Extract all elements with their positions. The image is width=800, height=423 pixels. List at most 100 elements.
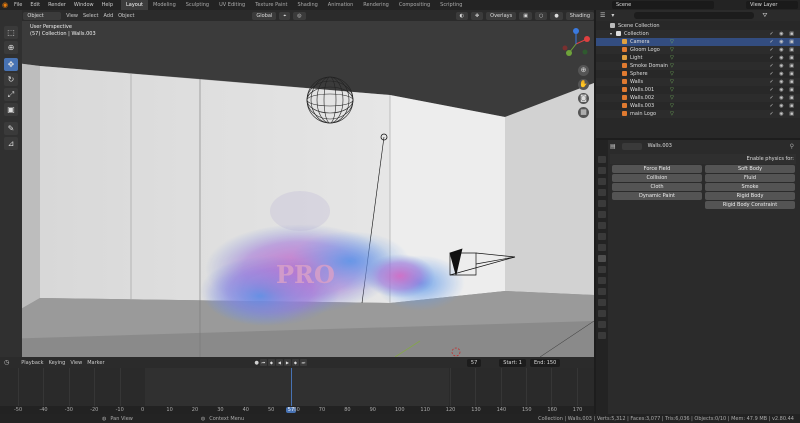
scene-selector[interactable]: Scene [612,1,714,9]
physics-tab-icon[interactable] [598,255,606,262]
tab-compositing[interactable]: Compositing [394,0,435,10]
modifier-icon[interactable]: ▽ [670,78,674,86]
select-tool-icon[interactable]: ⬚ [4,26,18,39]
snap-icon[interactable]: ⌖ [279,11,291,20]
view-layer-tab-icon[interactable] [598,189,606,196]
modifier-icon[interactable]: ▽ [670,102,674,110]
blender-logo-icon[interactable]: ◉ [0,0,10,10]
modifier-icon[interactable]: ▽ [670,94,674,102]
visibility-icon[interactable]: ◐ [455,11,468,20]
outliner-item[interactable]: Camera ▽ ✓ ◉ ▣ [596,38,800,46]
physics-button[interactable]: Cloth [612,183,702,191]
grid-icon[interactable]: ▦ [578,107,589,118]
visibility-toggles[interactable]: ✓ ◉ ▣ [770,30,796,38]
physics-button[interactable]: Force Field [612,165,702,173]
outliner-item[interactable]: Smoke Domain ▽ ✓ ◉ ▣ [596,62,800,70]
gizmo-icon[interactable]: ✥ [470,11,484,20]
modifier-icon[interactable]: ▽ [670,70,674,78]
outliner-item[interactable]: Walls ▽ ✓ ◉ ▣ [596,78,800,86]
camera-view-icon[interactable]: ◙ [578,93,589,104]
visibility-toggles[interactable]: ✓ ◉ ▣ [770,94,796,102]
mode-selector[interactable]: Object Mode [23,11,62,27]
world-tab-icon[interactable] [598,211,606,218]
menu-add[interactable]: Add [103,13,113,19]
visibility-toggles[interactable]: ✓ ◉ ▣ [770,86,796,94]
pin-icon[interactable]: ⚲ [790,143,794,150]
menu-edit[interactable]: Edit [26,0,44,10]
tab-animation[interactable]: Animation [323,0,359,10]
filter-icon[interactable]: ⛛ [762,12,767,20]
physics-button[interactable]: Rigid Body Constraint [705,201,795,209]
display-mode-icon[interactable]: ▾ [611,12,614,19]
record-icon[interactable]: ● [255,360,259,366]
jump-start-icon[interactable]: ⏮ [259,359,267,366]
shading-wireframe-icon[interactable]: ○ [534,11,548,20]
tab-modeling[interactable]: Modeling [148,0,181,10]
outliner-item[interactable]: Walls.001 ▽ ✓ ◉ ▣ [596,86,800,94]
outliner-search-input[interactable] [634,12,755,19]
navigation-gizmo[interactable] [560,28,592,60]
end-frame-field[interactable]: End: 150 [529,358,561,367]
outliner-item[interactable]: Gloom Logo ▽ ✓ ◉ ▣ [596,46,800,54]
pin-context-icon[interactable] [621,142,642,150]
menu-view[interactable]: View [66,13,78,19]
expand-icon[interactable]: ▾ [610,30,612,38]
menu-timeline-view[interactable]: View [70,360,82,366]
modifier-icon[interactable]: ▽ [670,62,674,70]
visibility-toggles[interactable]: ✓ ◉ ▣ [770,102,796,110]
measure-tool-icon[interactable]: ⊿ [4,137,18,150]
next-keyframe-icon[interactable]: ◆ [291,359,299,366]
physics-button[interactable]: Fluid [705,174,795,182]
menu-file[interactable]: File [10,0,26,10]
proportional-edit-icon[interactable]: ◎ [293,11,306,20]
play-reverse-icon[interactable]: ◀ [275,359,283,366]
menu-select[interactable]: Select [83,13,98,19]
overlays-button[interactable]: Overlays [486,11,517,20]
outliner-scene-collection[interactable]: Scene Collection [596,22,800,30]
xray-icon[interactable]: ▣ [519,11,532,20]
physics-button[interactable]: Soft Body [705,165,795,173]
menu-playback[interactable]: Playback [21,360,43,366]
particles-tab-icon[interactable] [598,244,606,251]
tab-texture-paint[interactable]: Texture Paint [250,0,292,10]
tab-sculpting[interactable]: Sculpting [181,0,214,10]
render-tab-icon[interactable] [598,167,606,174]
rotate-tool-icon[interactable]: ↻ [4,73,18,86]
physics-button[interactable]: Smoke [705,183,795,191]
visibility-toggles[interactable]: ✓ ◉ ▣ [770,70,796,78]
menu-help[interactable]: Help [98,0,117,10]
playhead-line[interactable] [291,368,292,406]
menu-render[interactable]: Render [44,0,70,10]
modifier-icon[interactable]: ▽ [670,110,674,118]
prev-keyframe-icon[interactable]: ◆ [267,359,275,366]
physics-button[interactable]: Rigid Body [705,192,795,200]
menu-marker[interactable]: Marker [87,360,104,366]
tab-rendering[interactable]: Rendering [358,0,394,10]
tool-tab-icon[interactable] [598,156,606,163]
modifier-icon[interactable]: ▽ [670,54,674,62]
zoom-icon[interactable]: ⊕ [578,65,589,76]
menu-keying[interactable]: Keying [49,360,66,366]
start-frame-field[interactable]: Start: 1 [499,358,526,367]
visibility-toggles[interactable]: ✓ ◉ ▣ [770,110,796,118]
outliner-item[interactable]: main Logo ▽ ✓ ◉ ▣ [596,110,800,118]
move-tool-icon[interactable]: ✥ [4,58,18,71]
visibility-toggles[interactable]: ✓ ◉ ▣ [770,54,796,62]
scene-tab-icon[interactable] [598,200,606,207]
output-tab-icon[interactable] [598,178,606,185]
visibility-toggles[interactable]: ✓ ◉ ▣ [770,62,796,70]
physics-button[interactable]: Collision [612,174,702,182]
visibility-toggles[interactable]: ✓ ◉ ▣ [770,38,796,46]
modifier-icon[interactable]: ▽ [670,38,674,46]
jump-end-icon[interactable]: ⏭ [299,359,307,366]
object-tab-icon[interactable] [598,222,606,229]
modifiers-tab-icon[interactable] [598,233,606,240]
outliner-editor-icon[interactable]: ☰ [600,12,605,19]
play-icon[interactable]: ▶ [283,359,291,366]
physics-button[interactable]: Dynamic Paint [612,192,702,200]
3d-viewport[interactable]: PRO User Perspective (57) Collection | W… [0,21,594,357]
data-tab-icon[interactable] [598,277,606,284]
outliner-item[interactable]: Walls.003 ▽ ✓ ◉ ▣ [596,102,800,110]
outliner-item[interactable]: Sphere ▽ ✓ ◉ ▣ [596,70,800,78]
shader-fx-tab-icon[interactable] [598,310,606,317]
